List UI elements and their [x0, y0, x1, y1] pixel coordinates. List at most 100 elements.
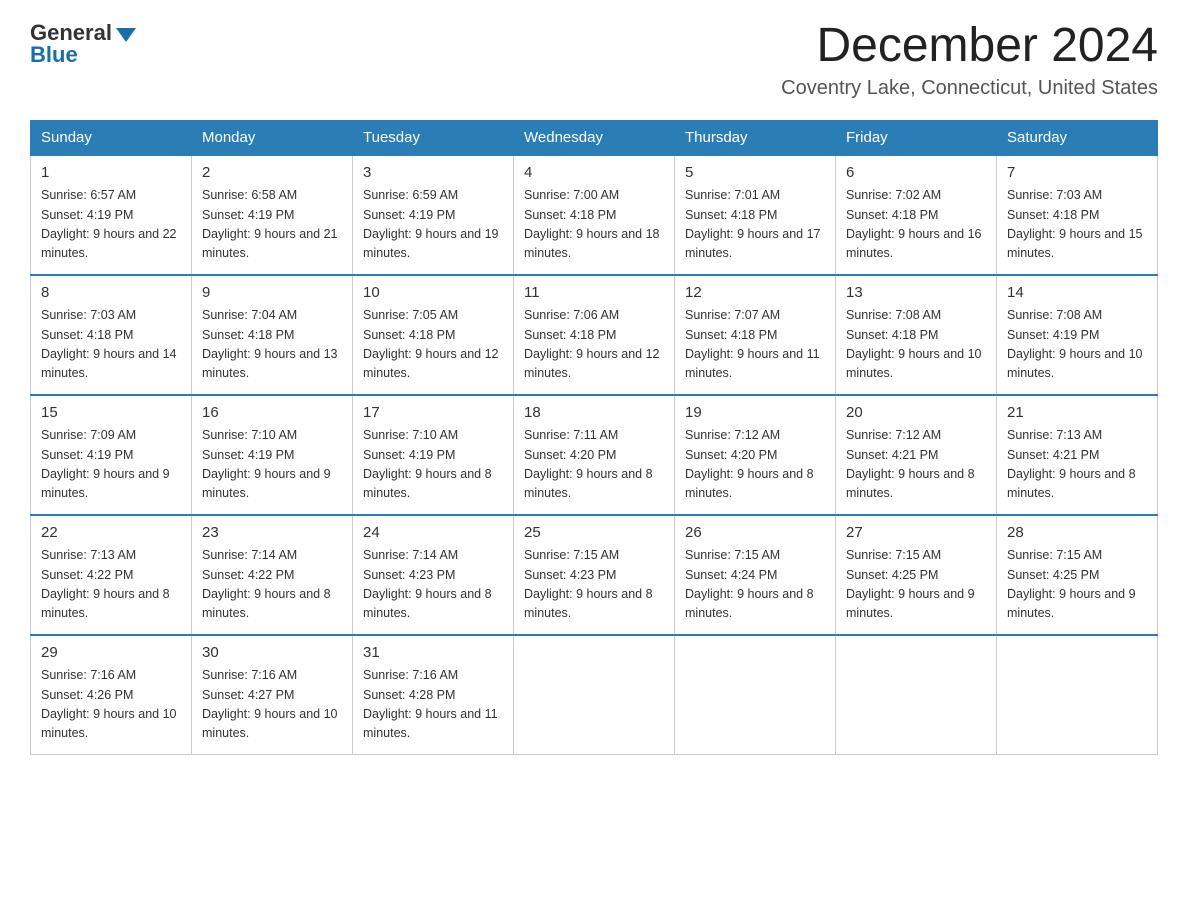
weekday-header-saturday: Saturday — [997, 120, 1158, 155]
title-section: December 2024 Coventry Lake, Connecticut… — [781, 20, 1158, 100]
day-number: 28 — [1007, 522, 1147, 545]
calendar-week-row: 15 Sunrise: 7:09 AM Sunset: 4:19 PM Dayl… — [31, 395, 1158, 515]
calendar-day-cell: 8 Sunrise: 7:03 AM Sunset: 4:18 PM Dayli… — [31, 275, 192, 395]
day-number: 1 — [41, 162, 181, 185]
calendar-day-cell: 10 Sunrise: 7:05 AM Sunset: 4:18 PM Dayl… — [353, 275, 514, 395]
day-info: Sunrise: 7:08 AM Sunset: 4:18 PM Dayligh… — [846, 306, 986, 384]
calendar-day-cell: 20 Sunrise: 7:12 AM Sunset: 4:21 PM Dayl… — [836, 395, 997, 515]
calendar-week-row: 1 Sunrise: 6:57 AM Sunset: 4:19 PM Dayli… — [31, 155, 1158, 275]
day-info: Sunrise: 7:15 AM Sunset: 4:25 PM Dayligh… — [846, 546, 986, 624]
calendar-day-cell: 3 Sunrise: 6:59 AM Sunset: 4:19 PM Dayli… — [353, 155, 514, 275]
calendar-day-cell: 7 Sunrise: 7:03 AM Sunset: 4:18 PM Dayli… — [997, 155, 1158, 275]
calendar-day-cell: 1 Sunrise: 6:57 AM Sunset: 4:19 PM Dayli… — [31, 155, 192, 275]
logo: General Blue — [30, 20, 136, 68]
calendar-week-row: 29 Sunrise: 7:16 AM Sunset: 4:26 PM Dayl… — [31, 635, 1158, 755]
calendar-day-cell: 13 Sunrise: 7:08 AM Sunset: 4:18 PM Dayl… — [836, 275, 997, 395]
day-info: Sunrise: 7:01 AM Sunset: 4:18 PM Dayligh… — [685, 186, 825, 264]
day-info: Sunrise: 7:14 AM Sunset: 4:23 PM Dayligh… — [363, 546, 503, 624]
calendar-day-cell: 16 Sunrise: 7:10 AM Sunset: 4:19 PM Dayl… — [192, 395, 353, 515]
day-number: 25 — [524, 522, 664, 545]
calendar-day-cell: 25 Sunrise: 7:15 AM Sunset: 4:23 PM Dayl… — [514, 515, 675, 635]
day-number: 26 — [685, 522, 825, 545]
day-info: Sunrise: 7:11 AM Sunset: 4:20 PM Dayligh… — [524, 426, 664, 504]
day-info: Sunrise: 7:09 AM Sunset: 4:19 PM Dayligh… — [41, 426, 181, 504]
day-info: Sunrise: 6:58 AM Sunset: 4:19 PM Dayligh… — [202, 186, 342, 264]
day-info: Sunrise: 7:04 AM Sunset: 4:18 PM Dayligh… — [202, 306, 342, 384]
location-text: Coventry Lake, Connecticut, United State… — [781, 77, 1158, 100]
day-info: Sunrise: 7:15 AM Sunset: 4:23 PM Dayligh… — [524, 546, 664, 624]
day-info: Sunrise: 7:16 AM Sunset: 4:26 PM Dayligh… — [41, 666, 181, 744]
day-info: Sunrise: 7:15 AM Sunset: 4:24 PM Dayligh… — [685, 546, 825, 624]
calendar-day-cell: 27 Sunrise: 7:15 AM Sunset: 4:25 PM Dayl… — [836, 515, 997, 635]
page-header: General Blue December 2024 Coventry Lake… — [30, 20, 1158, 100]
calendar-day-cell: 29 Sunrise: 7:16 AM Sunset: 4:26 PM Dayl… — [31, 635, 192, 755]
calendar-day-cell — [514, 635, 675, 755]
day-info: Sunrise: 7:05 AM Sunset: 4:18 PM Dayligh… — [363, 306, 503, 384]
day-number: 2 — [202, 162, 342, 185]
day-info: Sunrise: 7:15 AM Sunset: 4:25 PM Dayligh… — [1007, 546, 1147, 624]
day-info: Sunrise: 7:10 AM Sunset: 4:19 PM Dayligh… — [363, 426, 503, 504]
calendar-day-cell: 18 Sunrise: 7:11 AM Sunset: 4:20 PM Dayl… — [514, 395, 675, 515]
weekday-header-row: SundayMondayTuesdayWednesdayThursdayFrid… — [31, 120, 1158, 155]
day-number: 13 — [846, 282, 986, 305]
calendar-day-cell — [836, 635, 997, 755]
day-number: 6 — [846, 162, 986, 185]
day-number: 4 — [524, 162, 664, 185]
calendar-day-cell: 2 Sunrise: 6:58 AM Sunset: 4:19 PM Dayli… — [192, 155, 353, 275]
weekday-header-wednesday: Wednesday — [514, 120, 675, 155]
weekday-header-sunday: Sunday — [31, 120, 192, 155]
weekday-header-tuesday: Tuesday — [353, 120, 514, 155]
calendar-week-row: 8 Sunrise: 7:03 AM Sunset: 4:18 PM Dayli… — [31, 275, 1158, 395]
day-number: 14 — [1007, 282, 1147, 305]
day-number: 29 — [41, 642, 181, 665]
day-info: Sunrise: 7:02 AM Sunset: 4:18 PM Dayligh… — [846, 186, 986, 264]
day-info: Sunrise: 7:06 AM Sunset: 4:18 PM Dayligh… — [524, 306, 664, 384]
calendar-day-cell: 15 Sunrise: 7:09 AM Sunset: 4:19 PM Dayl… — [31, 395, 192, 515]
day-number: 19 — [685, 402, 825, 425]
weekday-header-friday: Friday — [836, 120, 997, 155]
day-number: 5 — [685, 162, 825, 185]
calendar-day-cell: 12 Sunrise: 7:07 AM Sunset: 4:18 PM Dayl… — [675, 275, 836, 395]
day-info: Sunrise: 7:03 AM Sunset: 4:18 PM Dayligh… — [41, 306, 181, 384]
day-info: Sunrise: 7:00 AM Sunset: 4:18 PM Dayligh… — [524, 186, 664, 264]
day-number: 10 — [363, 282, 503, 305]
calendar-day-cell: 22 Sunrise: 7:13 AM Sunset: 4:22 PM Dayl… — [31, 515, 192, 635]
day-number: 31 — [363, 642, 503, 665]
day-number: 22 — [41, 522, 181, 545]
day-info: Sunrise: 7:12 AM Sunset: 4:20 PM Dayligh… — [685, 426, 825, 504]
calendar-week-row: 22 Sunrise: 7:13 AM Sunset: 4:22 PM Dayl… — [31, 515, 1158, 635]
day-number: 8 — [41, 282, 181, 305]
day-info: Sunrise: 7:16 AM Sunset: 4:27 PM Dayligh… — [202, 666, 342, 744]
day-number: 15 — [41, 402, 181, 425]
day-number: 3 — [363, 162, 503, 185]
calendar-day-cell: 31 Sunrise: 7:16 AM Sunset: 4:28 PM Dayl… — [353, 635, 514, 755]
day-number: 17 — [363, 402, 503, 425]
day-number: 18 — [524, 402, 664, 425]
calendar-day-cell: 5 Sunrise: 7:01 AM Sunset: 4:18 PM Dayli… — [675, 155, 836, 275]
day-number: 23 — [202, 522, 342, 545]
day-info: Sunrise: 7:10 AM Sunset: 4:19 PM Dayligh… — [202, 426, 342, 504]
day-info: Sunrise: 7:07 AM Sunset: 4:18 PM Dayligh… — [685, 306, 825, 384]
calendar-day-cell: 24 Sunrise: 7:14 AM Sunset: 4:23 PM Dayl… — [353, 515, 514, 635]
calendar-day-cell: 6 Sunrise: 7:02 AM Sunset: 4:18 PM Dayli… — [836, 155, 997, 275]
calendar-day-cell: 21 Sunrise: 7:13 AM Sunset: 4:21 PM Dayl… — [997, 395, 1158, 515]
day-info: Sunrise: 7:12 AM Sunset: 4:21 PM Dayligh… — [846, 426, 986, 504]
day-number: 21 — [1007, 402, 1147, 425]
calendar-day-cell: 26 Sunrise: 7:15 AM Sunset: 4:24 PM Dayl… — [675, 515, 836, 635]
day-number: 12 — [685, 282, 825, 305]
day-number: 27 — [846, 522, 986, 545]
calendar-table: SundayMondayTuesdayWednesdayThursdayFrid… — [30, 120, 1158, 755]
logo-arrow-icon — [116, 28, 136, 42]
day-info: Sunrise: 6:59 AM Sunset: 4:19 PM Dayligh… — [363, 186, 503, 264]
calendar-day-cell: 30 Sunrise: 7:16 AM Sunset: 4:27 PM Dayl… — [192, 635, 353, 755]
calendar-day-cell: 4 Sunrise: 7:00 AM Sunset: 4:18 PM Dayli… — [514, 155, 675, 275]
day-number: 30 — [202, 642, 342, 665]
day-info: Sunrise: 7:13 AM Sunset: 4:22 PM Dayligh… — [41, 546, 181, 624]
calendar-day-cell: 17 Sunrise: 7:10 AM Sunset: 4:19 PM Dayl… — [353, 395, 514, 515]
calendar-day-cell — [675, 635, 836, 755]
calendar-day-cell: 11 Sunrise: 7:06 AM Sunset: 4:18 PM Dayl… — [514, 275, 675, 395]
calendar-day-cell: 9 Sunrise: 7:04 AM Sunset: 4:18 PM Dayli… — [192, 275, 353, 395]
day-info: Sunrise: 6:57 AM Sunset: 4:19 PM Dayligh… — [41, 186, 181, 264]
day-info: Sunrise: 7:03 AM Sunset: 4:18 PM Dayligh… — [1007, 186, 1147, 264]
day-number: 16 — [202, 402, 342, 425]
